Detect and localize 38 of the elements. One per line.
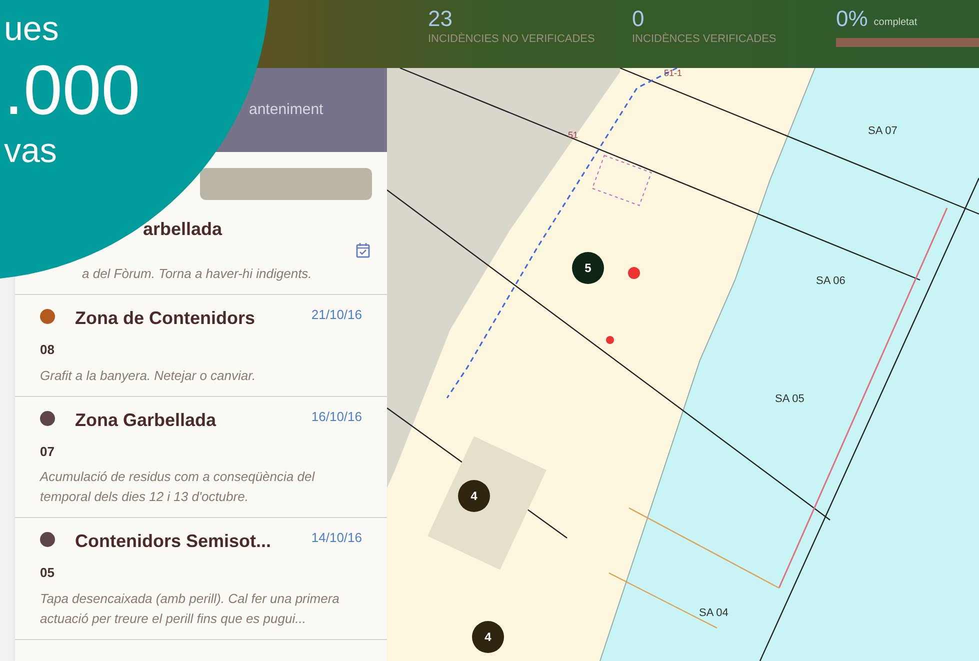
progress-label: completat <box>874 16 918 30</box>
plot-label: 51 <box>568 130 578 140</box>
incident-description: Acumulació de residus com a conseqüència del temporal dels dies 12 i 13 d'octubre. <box>40 468 316 506</box>
cross-marker-icon <box>606 336 614 344</box>
incident-date: 16/10/16 <box>311 408 362 426</box>
stat-value: 23 <box>428 6 454 32</box>
incident-title: arbellada <box>143 218 224 241</box>
header-title: anteniment <box>249 100 324 120</box>
incident-description: Tapa desencaixada (amb perill). Cal fer una primera actuació per treure el perill fins que es pugui... <box>40 590 340 628</box>
cluster-marker[interactable]: 4 <box>472 621 504 653</box>
incident-description: Grafit a la banyera. Netejar o canviar. <box>40 366 257 385</box>
plot-label: 51-1 <box>664 68 682 78</box>
stat-value: 0 <box>632 6 646 32</box>
incident-date: 14/10/16 <box>311 529 362 547</box>
search-field[interactable] <box>200 168 372 200</box>
incident-title: Zona de Contenidors <box>75 307 256 330</box>
incident-title: Zona Garbellada <box>75 408 218 432</box>
zone-label: SA 04 <box>699 607 728 619</box>
stat-label: INCIDÈNCIES NO VERIFICADES <box>428 32 596 46</box>
promo-text: .000 <box>4 50 140 130</box>
map[interactable]: SA 07 SA 06 SA 05 SA 04 51-1 51 5 4 4 <box>387 68 979 661</box>
incident-number: 07 <box>40 442 56 460</box>
cluster-marker[interactable]: 5 <box>572 252 604 284</box>
incident-number: 05 <box>40 564 56 582</box>
progress-value: 0% <box>836 6 868 32</box>
promo-text: ues <box>4 9 60 50</box>
promo-text: vas <box>4 131 58 172</box>
zone-label: SA 07 <box>868 125 898 137</box>
stat-label: INCIDÈNCES VERIFICADES <box>632 32 778 46</box>
dotted-area <box>592 154 652 206</box>
incident-description: a del Fòrum. Torna a haver-hi indigents. <box>82 265 313 283</box>
cluster-marker[interactable]: 4 <box>458 480 490 512</box>
zone-label: SA 05 <box>775 393 804 405</box>
incident-number: 08 <box>40 341 56 359</box>
incident-title: Contenidors Semisot... <box>75 530 272 553</box>
cross-marker-icon <box>628 267 640 279</box>
zone-label: SA 06 <box>816 275 846 287</box>
incident-date: 21/10/16 <box>311 306 362 324</box>
